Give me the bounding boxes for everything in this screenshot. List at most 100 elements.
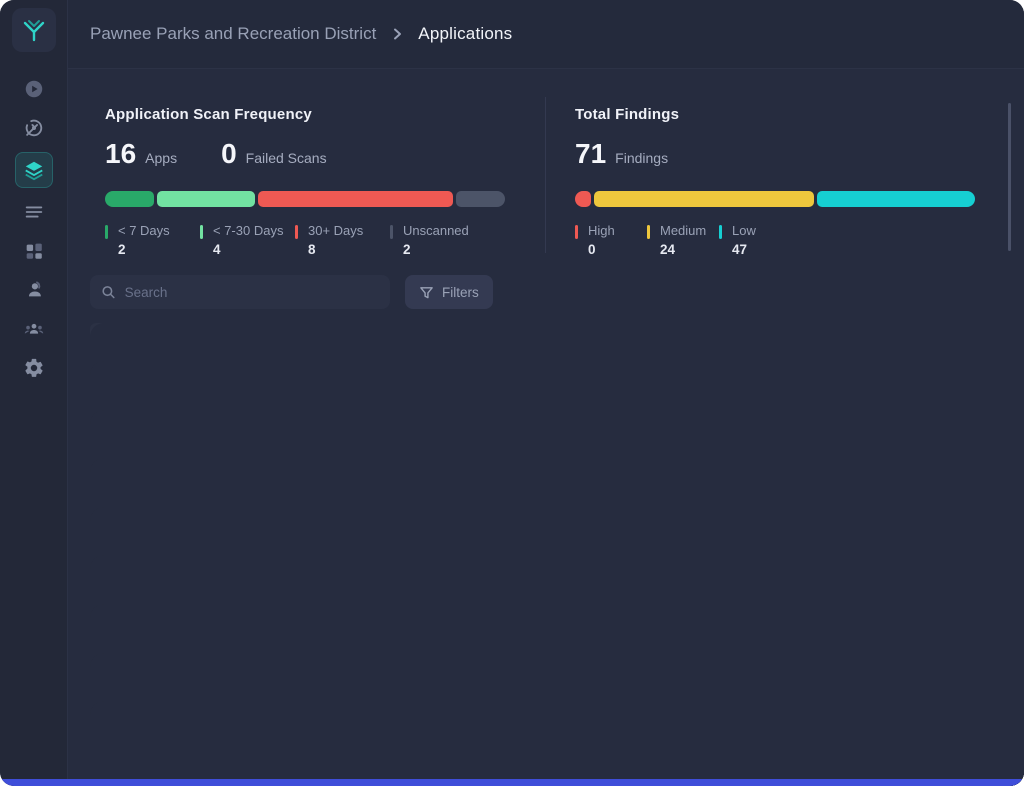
table-row[interactable]: DocuFlow-DocumentManagement Development … (90, 700, 1015, 749)
legend-item: < 7 Days 2 (105, 223, 200, 257)
card-divider (545, 97, 546, 253)
filters-label: Filters (442, 285, 479, 300)
failed-scans-count: 0 (221, 138, 237, 170)
findings-stat: 71 Findings (575, 138, 668, 170)
legend-label: 30+ Days (308, 223, 363, 238)
sidebar-item-list[interactable] (16, 197, 52, 227)
table-header: Application Last Scan Date Scan Findings (90, 323, 1015, 360)
breadcrumb: Pawnee Parks and Recreation District App… (68, 0, 1024, 69)
legend-tick (295, 225, 298, 239)
table-row[interactable]: Analytica-DataAnalytics Pre-Production S… (90, 409, 1015, 458)
bar-segment-7to30 (157, 191, 255, 207)
sidebar-item-apps-grid[interactable] (16, 236, 52, 266)
legend-label: < 7 Days (118, 223, 170, 238)
apps-label: Apps (145, 150, 177, 166)
bottom-accent-bar (0, 779, 1024, 786)
search-icon (101, 284, 116, 300)
summary-cards: Application Scan Frequency 16 Apps 0 Fai… (68, 69, 1024, 261)
search-box[interactable] (90, 275, 390, 309)
team-icon (23, 318, 45, 340)
total-findings-legend: High 0 Medium 24 Low (575, 223, 975, 257)
sidebar-nav (15, 74, 53, 383)
legend-tick (647, 225, 650, 239)
legend-value: 47 (732, 242, 756, 257)
legend-value: 2 (403, 242, 469, 257)
filters-button[interactable]: Filters (405, 275, 493, 309)
apps-count: 16 (105, 138, 136, 170)
table-row[interactable]: ConnectX-IntegrationPlatform Pre-Product… (90, 554, 1015, 603)
legend-item: Unscanned 2 (390, 223, 485, 257)
total-findings-title: Total Findings (575, 106, 975, 123)
legend-label: Low (732, 223, 756, 238)
table-toolbar: Filters (90, 275, 1024, 309)
sidebar (0, 0, 68, 786)
legend-value: 2 (118, 242, 170, 257)
bar-segment-30plus (258, 191, 454, 207)
legend-value: 4 (213, 242, 283, 257)
settings-gear-icon (23, 357, 45, 379)
breadcrumb-parent[interactable]: Pawnee Parks and Recreation District (90, 24, 376, 44)
legend-tick (105, 225, 108, 239)
vertical-scrollbar[interactable] (1008, 103, 1011, 251)
legend-item: Medium 24 (647, 223, 719, 257)
table-row[interactable]: Chartify-ChartGeneration Pre-Production … (90, 506, 1015, 555)
legend-item: 30+ Days 8 (295, 223, 390, 257)
legend-item: High 0 (575, 223, 647, 257)
failed-scans-stat: 0 Failed Scans (221, 138, 327, 170)
apps-stat: 16 Apps (105, 138, 177, 170)
main-area: Pawnee Parks and Recreation District App… (68, 0, 1024, 786)
chevron-right-icon (390, 27, 404, 41)
legend-item: Low 47 (719, 223, 791, 257)
bar-segment-medium (594, 191, 815, 207)
bar-segment-low (817, 191, 975, 207)
legend-label: High (588, 223, 615, 238)
bar-segment-unscanned (456, 191, 505, 207)
page-title: Applications (418, 24, 512, 44)
target-arrow-icon (23, 117, 45, 139)
total-findings-bar (575, 191, 975, 207)
applications-table: Application Last Scan Date Scan Findings (90, 323, 1015, 749)
legend-item: < 7-30 Days 4 (200, 223, 295, 257)
scan-frequency-stats: 16 Apps 0 Failed Scans (105, 138, 505, 170)
failed-scans-label: Failed Scans (246, 150, 327, 166)
findings-count: 71 (575, 138, 606, 170)
legend-label: Medium (660, 223, 706, 238)
sidebar-item-play[interactable] (16, 74, 52, 104)
legend-value: 0 (588, 242, 615, 257)
bar-segment-high (575, 191, 591, 207)
legend-label: < 7-30 Days (213, 223, 283, 238)
total-findings-stats: 71 Findings (575, 138, 975, 170)
sidebar-item-settings[interactable] (16, 353, 52, 383)
findings-label: Findings (615, 150, 668, 166)
scan-frequency-bar (105, 191, 505, 207)
legend-tick (390, 225, 393, 239)
sidebar-item-team[interactable] (16, 314, 52, 344)
scan-frequency-title: Application Scan Frequency (105, 106, 505, 123)
layers-icon (23, 159, 45, 181)
sidebar-item-applications[interactable] (15, 152, 53, 188)
user-icon (23, 279, 45, 301)
legend-label: Unscanned (403, 223, 469, 238)
bar-segment-under7 (105, 191, 154, 207)
legend-tick (200, 225, 203, 239)
phoenix-logo-icon (20, 16, 48, 44)
legend-tick (575, 225, 578, 239)
scan-frequency-card: Application Scan Frequency 16 Apps 0 Fai… (105, 106, 505, 257)
sidebar-item-target[interactable] (16, 113, 52, 143)
table-row[interactable]: AuthFlow-AuthenticationModule Developmen… (90, 457, 1015, 506)
total-findings-card: Total Findings 71 Findings (575, 106, 975, 257)
table-row[interactable]: ConnectX-IntegrationPlatform Development… (90, 603, 1015, 652)
sidebar-item-user[interactable] (16, 275, 52, 305)
apps-grid-icon (23, 240, 45, 262)
legend-value: 8 (308, 242, 363, 257)
scan-frequency-legend: < 7 Days 2 < 7-30 Days 4 (105, 223, 505, 257)
filter-funnel-icon (419, 285, 434, 300)
legend-tick (719, 225, 722, 239)
search-input[interactable] (125, 285, 379, 300)
table-row[interactable]: DashVue-DashboardVisualization Pre-Produ… (90, 652, 1015, 701)
table-row[interactable]: Adminify-AdministrationTool Development … (90, 360, 1015, 409)
brand-logo[interactable] (12, 8, 56, 52)
app-window: Pawnee Parks and Recreation District App… (0, 0, 1024, 786)
list-icon (23, 201, 45, 223)
legend-value: 24 (660, 242, 706, 257)
